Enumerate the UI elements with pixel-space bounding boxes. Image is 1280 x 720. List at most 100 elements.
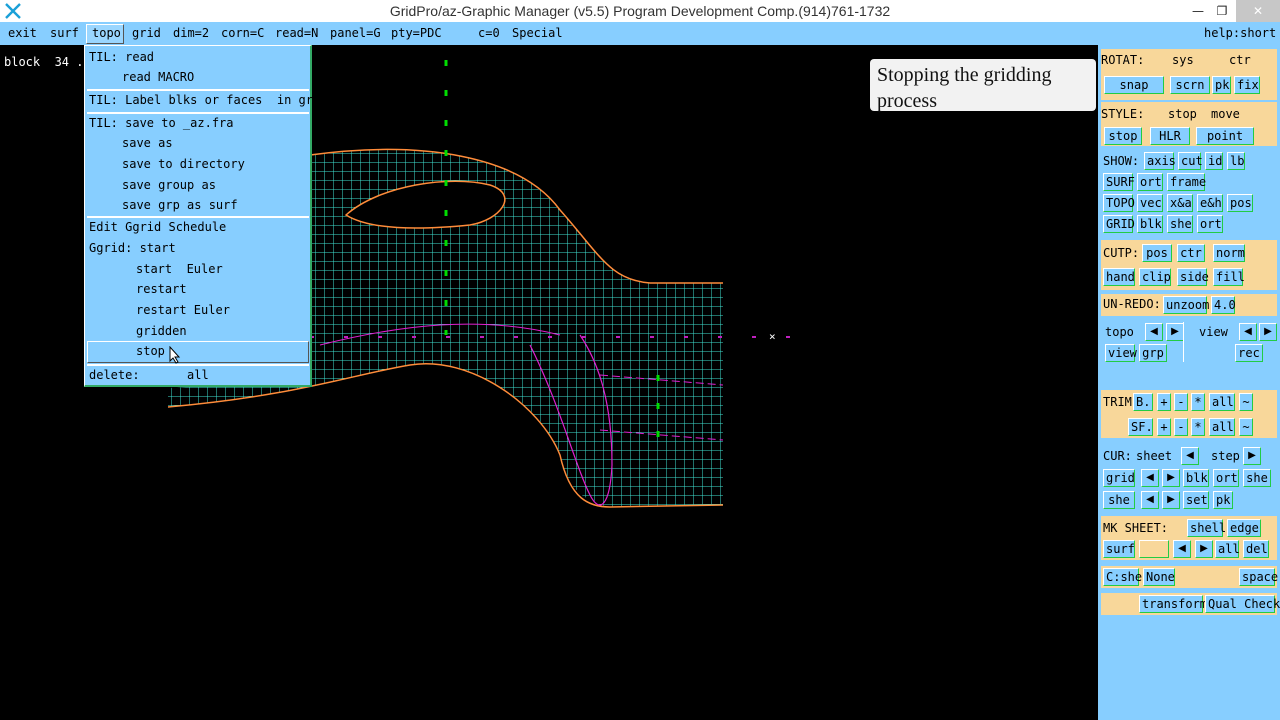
stop-button[interactable]: stop — [1104, 127, 1142, 145]
cur-grid-button[interactable]: grid — [1103, 469, 1135, 487]
show-ort2-button[interactable]: ort — [1197, 215, 1223, 233]
sf-all-button[interactable]: all — [1209, 418, 1235, 436]
side-button[interactable]: side — [1177, 268, 1209, 286]
trim-all-button[interactable]: all — [1209, 393, 1235, 411]
menu-special[interactable]: Special — [512, 26, 563, 40]
menu-item-stop[interactable]: stop — [136, 344, 165, 358]
show-she-button[interactable]: she — [1167, 215, 1193, 233]
cur-set-button[interactable]: set — [1183, 491, 1209, 509]
close-icon[interactable]: ✕ — [1236, 0, 1280, 22]
sf-minus-button[interactable]: - — [1174, 418, 1188, 436]
shell-button[interactable]: shell — [1187, 519, 1226, 537]
cur-grid-prev-icon[interactable]: ◀ — [1141, 469, 1159, 487]
lb-button[interactable]: lb — [1227, 152, 1245, 170]
menu-pty[interactable]: pty=PDC — [391, 26, 442, 40]
sf-button[interactable]: SF. — [1128, 418, 1153, 436]
cur-she-prev-icon[interactable]: ◀ — [1141, 491, 1159, 509]
cur-prev-icon[interactable]: ◀ — [1181, 447, 1199, 465]
axis-button[interactable]: axis — [1144, 152, 1176, 170]
menu-surf[interactable]: surf — [50, 26, 79, 40]
mksheet-all-button[interactable]: all — [1215, 540, 1240, 558]
menu-item-til-label[interactable]: TIL: Label blks or faces in grp — [89, 93, 320, 107]
cutp-pos-button[interactable]: pos — [1142, 244, 1172, 262]
menu-exit[interactable]: exit — [8, 26, 37, 40]
view-next-icon[interactable]: ▶ — [1259, 323, 1277, 341]
sf-tilde-button[interactable]: ~ — [1239, 418, 1253, 436]
show-blk-button[interactable]: blk — [1137, 215, 1163, 233]
menu-dim[interactable]: dim=2 — [173, 26, 209, 40]
version-button[interactable]: 4.0 — [1211, 296, 1236, 314]
trim-tilde-button[interactable]: ~ — [1239, 393, 1253, 411]
topo-prev-icon[interactable]: ◀ — [1145, 323, 1163, 341]
mksheet-input[interactable] — [1139, 540, 1169, 558]
mksheet-del-button[interactable]: del — [1243, 540, 1269, 558]
menu-c[interactable]: c=0 — [478, 26, 500, 40]
transform-button[interactable]: transform — [1139, 595, 1207, 613]
style-stop[interactable]: stop — [1168, 107, 1197, 121]
cshe-button[interactable]: C:she — [1103, 568, 1142, 586]
menu-item-save-directory[interactable]: save to directory — [122, 157, 245, 171]
menu-panel[interactable]: panel=G — [330, 26, 381, 40]
show-surf-button[interactable]: SURF — [1103, 173, 1135, 191]
cur-she-next-icon[interactable]: ▶ — [1162, 491, 1180, 509]
clip-button[interactable]: clip — [1139, 268, 1171, 286]
menu-grid[interactable]: grid — [132, 26, 161, 40]
rotat-sys[interactable]: sys — [1172, 53, 1194, 67]
norm-button[interactable]: norm — [1213, 244, 1245, 262]
menu-item-save-grp-surf[interactable]: save grp as surf — [122, 198, 238, 212]
snap-button[interactable]: snap — [1104, 76, 1164, 94]
trim-star-button[interactable]: * — [1191, 393, 1205, 411]
grp-button[interactable]: grp — [1139, 344, 1167, 362]
point-button[interactable]: point — [1196, 127, 1254, 145]
style-move[interactable]: move — [1211, 107, 1240, 121]
menu-topo[interactable]: topo — [92, 26, 121, 40]
show-ort-button[interactable]: ort — [1137, 173, 1163, 191]
sf-star-button[interactable]: * — [1191, 418, 1205, 436]
trim-plus-button[interactable]: + — [1157, 393, 1171, 411]
pk-button[interactable]: pk — [1212, 76, 1231, 94]
menu-item-gridden[interactable]: gridden — [136, 324, 187, 338]
menu-item-stop-row[interactable] — [87, 341, 309, 363]
view-prev-icon[interactable]: ◀ — [1239, 323, 1257, 341]
rotat-ctr[interactable]: ctr — [1229, 53, 1251, 67]
edge-button[interactable]: edge — [1227, 519, 1261, 537]
mksheet-prev-icon[interactable]: ◀ — [1173, 540, 1191, 558]
restore-icon[interactable]: ❐ — [1208, 0, 1236, 22]
cur-grid-next-icon[interactable]: ▶ — [1162, 469, 1180, 487]
cur-ort-button[interactable]: ort — [1213, 469, 1239, 487]
menu-item-ggrid-start[interactable]: Ggrid: start — [89, 241, 176, 255]
id-button[interactable]: id — [1205, 152, 1223, 170]
qual-check-button[interactable]: Qual Check — [1205, 595, 1280, 613]
menu-item-restart[interactable]: restart — [136, 282, 187, 296]
sf-plus-button[interactable]: + — [1157, 418, 1171, 436]
menu-item-read-macro[interactable]: read MACRO — [122, 70, 194, 84]
xa-button[interactable]: x&a — [1167, 194, 1193, 212]
trim-b-button[interactable]: B. — [1133, 393, 1153, 411]
hand-button[interactable]: hand — [1103, 268, 1135, 286]
menu-item-edit-schedule[interactable]: Edit Ggrid Schedule — [89, 220, 226, 234]
topo-next-icon[interactable]: ▶ — [1166, 323, 1184, 341]
none-button[interactable]: None — [1143, 568, 1175, 586]
unzoom-button[interactable]: unzoom — [1163, 296, 1209, 314]
view-button[interactable]: view — [1105, 344, 1137, 362]
cur-next-icon[interactable]: ▶ — [1243, 447, 1261, 465]
show-topo-button[interactable]: TOPO — [1103, 194, 1135, 212]
hlr-button[interactable]: HLR — [1150, 127, 1190, 145]
cur-blk-button[interactable]: blk — [1183, 469, 1209, 487]
cur-she-button[interactable]: she — [1243, 469, 1271, 487]
menu-read[interactable]: read=N — [275, 26, 318, 40]
cur-pk-button[interactable]: pk — [1213, 491, 1233, 509]
rec-button[interactable]: rec — [1235, 344, 1263, 362]
menu-item-save-group[interactable]: save group as — [122, 178, 216, 192]
mksheet-next-icon[interactable]: ▶ — [1195, 540, 1213, 558]
space-button[interactable]: space — [1239, 568, 1278, 586]
menu-item-til-save[interactable]: TIL: save to _az.fra — [89, 116, 234, 130]
cut-button[interactable]: cut — [1178, 152, 1203, 170]
menu-item-delete-all[interactable]: all — [187, 368, 209, 382]
show-grid-button[interactable]: GRID — [1103, 215, 1135, 233]
menu-item-restart-euler[interactable]: restart Euler — [136, 303, 230, 317]
menu-help[interactable]: help:short — [1204, 26, 1276, 40]
fill-button[interactable]: fill — [1213, 268, 1245, 286]
fix-button[interactable]: fix — [1234, 76, 1260, 94]
scrn-button[interactable]: scrn — [1170, 76, 1210, 94]
